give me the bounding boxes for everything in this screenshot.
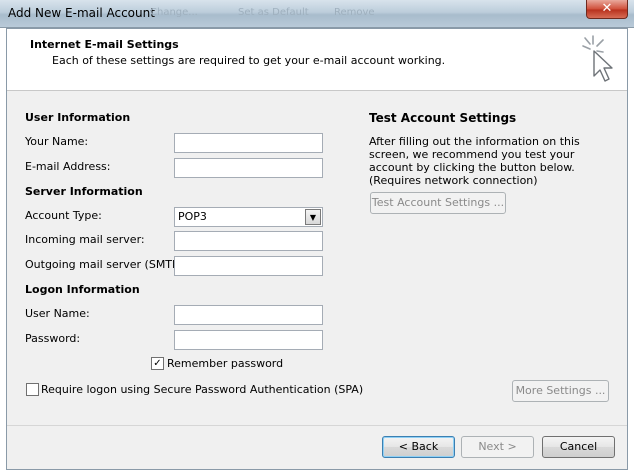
spa-label[interactable]: Require logon using Secure Password Auth… xyxy=(41,383,363,396)
ghost-tab-default: Set as Default xyxy=(238,7,309,18)
logon-info-heading: Logon Information xyxy=(25,283,140,296)
email-field[interactable] xyxy=(174,158,323,178)
ghost-tab-change: Change... xyxy=(150,7,198,18)
username-field[interactable] xyxy=(174,305,323,325)
footer-divider xyxy=(7,425,627,426)
incoming-server-field[interactable] xyxy=(174,231,323,251)
user-info-heading: User Information xyxy=(25,111,131,124)
server-info-heading: Server Information xyxy=(25,185,143,198)
chevron-down-icon[interactable]: ▼ xyxy=(305,209,321,225)
more-settings-button[interactable]: More Settings ... xyxy=(512,380,609,402)
outgoing-server-field[interactable] xyxy=(174,256,323,276)
wizard-cursor-icon xyxy=(582,35,613,82)
window-title: Add New E-mail Account xyxy=(8,6,155,20)
close-icon: ✕ xyxy=(601,1,613,16)
test-settings-description: After filling out the information on thi… xyxy=(369,135,580,187)
remember-password-checkbox[interactable]: ✓ xyxy=(151,357,164,370)
account-type-value: POP3 xyxy=(178,210,207,223)
outgoing-server-label: Outgoing mail server (SMTP): xyxy=(25,258,187,271)
ghost-tab-remove: Remove xyxy=(334,7,375,18)
cancel-button[interactable]: Cancel xyxy=(542,436,615,458)
close-button[interactable]: ✕ xyxy=(586,0,628,19)
wizard-header: Internet E-mail Settings Each of these s… xyxy=(7,29,627,91)
spa-checkbox[interactable] xyxy=(26,383,39,396)
password-field[interactable] xyxy=(174,330,323,350)
password-label: Password: xyxy=(25,332,81,345)
account-type-label: Account Type: xyxy=(25,209,102,222)
checkmark-icon: ✓ xyxy=(153,358,162,369)
your-name-field[interactable] xyxy=(174,133,323,153)
username-label: User Name: xyxy=(25,307,90,320)
remember-password-label[interactable]: Remember password xyxy=(167,357,283,370)
header-subtitle: Each of these settings are required to g… xyxy=(52,54,446,67)
test-settings-heading: Test Account Settings xyxy=(369,111,517,125)
email-label: E-mail Address: xyxy=(25,160,111,173)
test-account-settings-button[interactable]: Test Account Settings ... xyxy=(370,192,506,214)
account-type-dropdown[interactable]: POP3 ▼ xyxy=(174,207,323,227)
title-bar: Add New E-mail Account Change... Set as … xyxy=(0,0,634,28)
dialog-body: Internet E-mail Settings Each of these s… xyxy=(6,28,628,470)
header-title: Internet E-mail Settings xyxy=(30,38,179,51)
your-name-label: Your Name: xyxy=(25,135,89,148)
next-button[interactable]: Next > xyxy=(461,436,534,458)
back-button[interactable]: < Back xyxy=(382,436,455,458)
incoming-server-label: Incoming mail server: xyxy=(25,233,145,246)
